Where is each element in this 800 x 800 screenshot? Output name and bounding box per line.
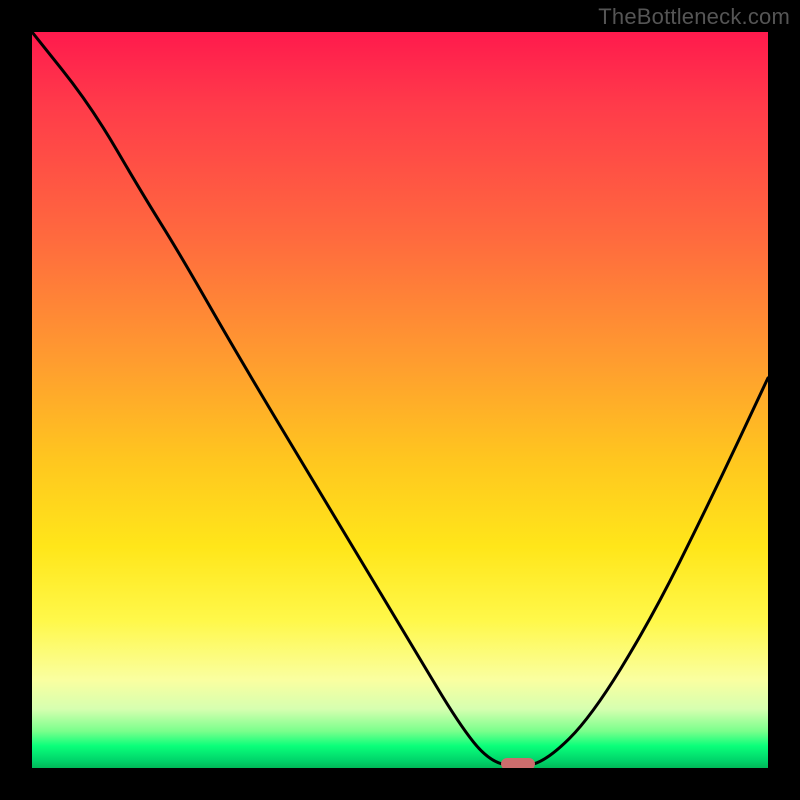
chart-frame: TheBottleneck.com xyxy=(0,0,800,800)
optimal-point-marker xyxy=(501,758,535,768)
plot-area xyxy=(32,32,768,768)
watermark-text: TheBottleneck.com xyxy=(598,4,790,30)
curve-path xyxy=(32,32,768,766)
bottleneck-curve xyxy=(32,32,768,768)
